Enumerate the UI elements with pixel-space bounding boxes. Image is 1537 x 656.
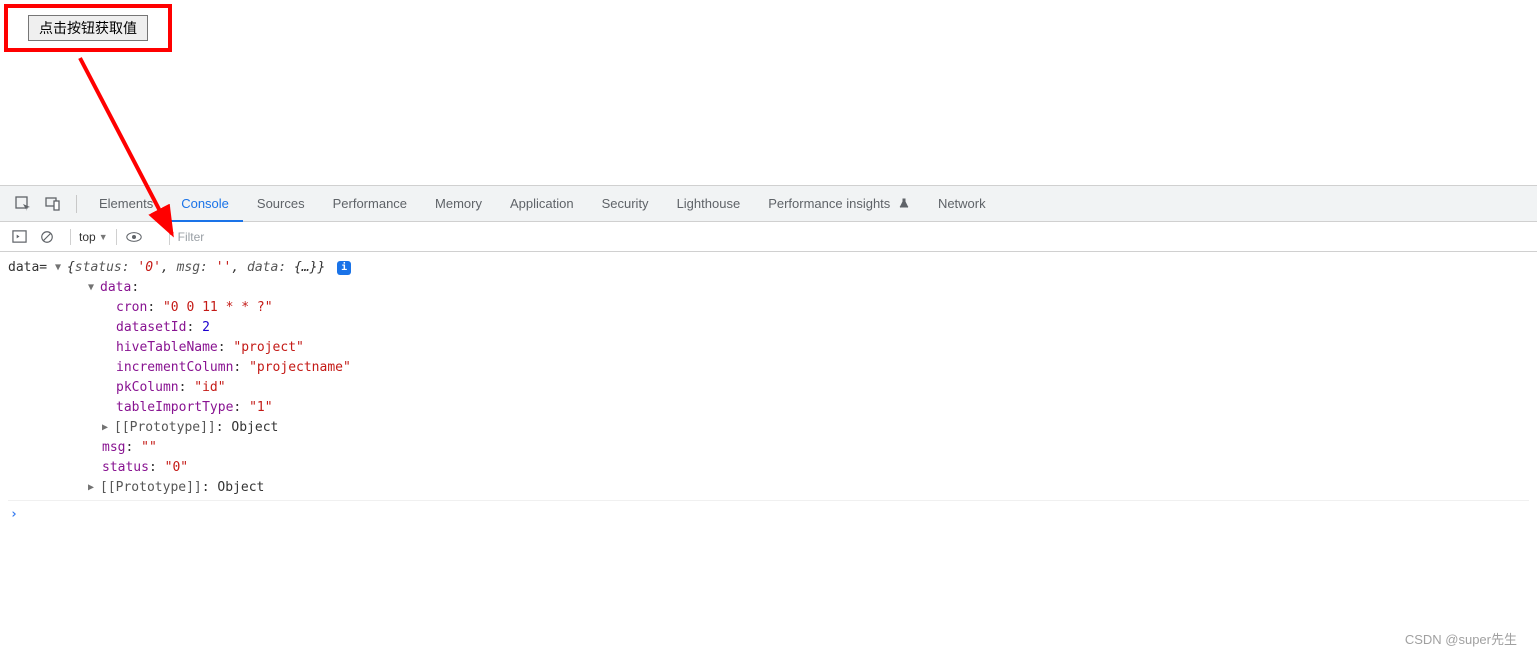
tab-performance-insights[interactable]: Performance insights	[754, 186, 924, 222]
filter-input[interactable]	[178, 226, 1529, 248]
clear-console-icon[interactable]	[36, 226, 58, 248]
expand-toggle-icon[interactable]: ▶	[88, 478, 98, 498]
chevron-down-icon: ▼	[99, 232, 108, 242]
tree-line-hivetablename[interactable]: hiveTableName: "project"	[116, 338, 351, 358]
tab-lighthouse[interactable]: Lighthouse	[663, 186, 755, 222]
log-content[interactable]: data= ▼{status: '0', msg: '', data: {…}}…	[8, 258, 351, 498]
separator	[116, 229, 117, 245]
tree-line-status[interactable]: status: "0"	[102, 458, 351, 478]
tree-line-datasetid[interactable]: datasetId: 2	[116, 318, 351, 338]
context-selector[interactable]: top ▼	[79, 230, 108, 244]
info-badge-icon[interactable]: i	[337, 261, 351, 275]
chevron-right-icon: ›	[10, 505, 18, 525]
tree-line-tableimporttype[interactable]: tableImportType: "1"	[116, 398, 351, 418]
object-tree: ▼data: cron: "0 0 11 * * ?" datasetId: 2…	[88, 278, 351, 498]
devtools-tabs-row: Elements Console Sources Performance Mem…	[0, 186, 1537, 222]
tab-memory[interactable]: Memory	[421, 186, 496, 222]
page-area: 点击按钮获取值	[0, 0, 1537, 185]
tree-line-data[interactable]: ▼data:	[88, 278, 351, 298]
tree-line-prototype-outer[interactable]: ▶[[Prototype]]: Object	[88, 478, 351, 498]
sidebar-toggle-icon[interactable]	[8, 226, 30, 248]
watermark: CSDN @super先生	[1405, 629, 1517, 648]
tree-line-prototype[interactable]: ▶[[Prototype]]: Object	[102, 418, 351, 438]
expand-toggle-icon[interactable]: ▶	[102, 418, 112, 438]
tab-security[interactable]: Security	[588, 186, 663, 222]
tab-label: Performance insights	[768, 196, 890, 211]
get-value-button[interactable]: 点击按钮获取值	[28, 15, 148, 41]
tab-console[interactable]: Console	[167, 186, 243, 222]
tree-line-msg[interactable]: msg: ""	[102, 438, 351, 458]
tab-elements[interactable]: Elements	[85, 186, 167, 222]
filter-area	[161, 226, 1529, 248]
annotation-box: 点击按钮获取值	[4, 4, 172, 52]
console-body: data= ▼{status: '0', msg: '', data: {…}}…	[0, 252, 1537, 529]
tree-line-pkcolumn[interactable]: pkColumn: "id"	[116, 378, 351, 398]
tree-line-cron[interactable]: cron: "0 0 11 * * ?"	[116, 298, 351, 318]
devtools-panel: Elements Console Sources Performance Mem…	[0, 185, 1537, 529]
inspect-element-icon[interactable]	[12, 193, 34, 215]
tree-line-incrementcolumn[interactable]: incrementColumn: "projectname"	[116, 358, 351, 378]
separator	[76, 195, 77, 213]
tab-network[interactable]: Network	[924, 186, 1000, 222]
live-expression-icon[interactable]	[123, 226, 145, 248]
console-prompt-row[interactable]: ›	[8, 501, 1529, 529]
tab-performance[interactable]: Performance	[319, 186, 421, 222]
tab-application[interactable]: Application	[496, 186, 588, 222]
device-toggle-icon[interactable]	[42, 193, 64, 215]
flask-icon	[898, 196, 910, 211]
context-label: top	[79, 230, 96, 244]
object-summary: {status: '0', msg: '', data: {…}}	[67, 260, 325, 275]
expand-toggle-icon[interactable]: ▼	[55, 258, 65, 278]
log-prefix: data=	[8, 260, 55, 275]
tab-sources[interactable]: Sources	[243, 186, 319, 222]
expand-toggle-icon[interactable]: ▼	[88, 278, 98, 298]
separator	[70, 229, 71, 245]
console-log-row: data= ▼{status: '0', msg: '', data: {…}}…	[8, 256, 1529, 501]
console-toolbar: top ▼	[0, 222, 1537, 252]
separator	[169, 229, 170, 245]
